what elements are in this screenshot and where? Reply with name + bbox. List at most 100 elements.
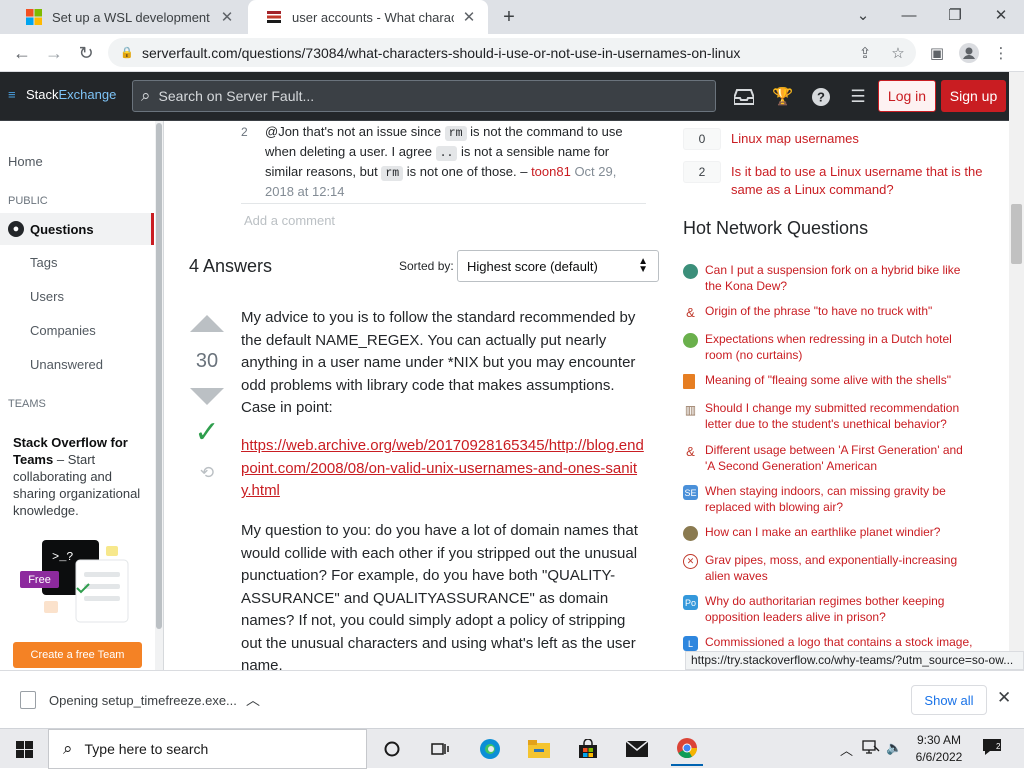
history-icon[interactable]: ⟲ — [196, 463, 218, 485]
stackexchange-logo[interactable]: ≡ Stack Exchange — [8, 87, 116, 102]
hnq-item[interactable]: L Commissioned a logo that contains a sto… — [683, 634, 983, 651]
back-icon[interactable]: ← — [8, 39, 36, 67]
hnq-link[interactable]: Grav pipes, moss, and exponentially-incr… — [705, 552, 975, 584]
signup-button[interactable]: Sign up — [941, 80, 1006, 112]
menu-kebab-icon[interactable]: ⋮ — [990, 42, 1012, 64]
profile-avatar-icon[interactable] — [958, 42, 980, 64]
file-explorer-icon[interactable] — [524, 735, 554, 763]
mail-icon[interactable] — [622, 735, 652, 763]
clock-date: 6/6/2022 — [915, 750, 963, 764]
minimize-button[interactable]: — — [886, 0, 932, 30]
hnq-link[interactable]: Can I put a suspension fork on a hybrid … — [705, 262, 975, 294]
hnq-item[interactable]: & Different usage between 'A First Genera… — [683, 442, 983, 476]
hnq-link[interactable]: Expectations when redressing in a Dutch … — [705, 331, 975, 363]
sidebar-scrollbar[interactable] — [155, 121, 163, 670]
share-icon[interactable]: ⇪ — [854, 42, 876, 64]
physics-icon: SE — [683, 485, 698, 500]
svg-text:2: 2 — [996, 742, 1001, 751]
hnq-item[interactable]: SE When staying indoors, can missing grav… — [683, 483, 983, 517]
site-search-input[interactable]: ⌕ Search on Server Fault... — [132, 80, 716, 112]
add-comment-link[interactable]: Add a comment — [244, 213, 335, 228]
hnq-link[interactable]: How can I make an earthlike planet windi… — [705, 524, 975, 540]
start-button[interactable] — [0, 729, 48, 769]
browser-toolbar: ← → ↻ 🔒 serverfault.com/questions/73084/… — [0, 34, 1024, 72]
clock-time: 9:30 AM — [916, 733, 962, 747]
hnq-link[interactable]: When staying indoors, can missing gravit… — [705, 483, 975, 515]
free-badge: Free — [20, 571, 59, 588]
hnq-item[interactable]: ▥ Should I change my submitted recommenda… — [683, 400, 983, 434]
new-tab-button[interactable]: + — [498, 6, 520, 28]
tab-search-icon[interactable]: ⌄ — [840, 0, 886, 30]
tab-wsl[interactable]: Set up a WSL development envi ✕ — [8, 0, 246, 34]
academia-icon: ▥ — [684, 402, 697, 417]
inbox-icon[interactable] — [732, 85, 756, 109]
close-tab-icon[interactable]: ✕ — [218, 8, 236, 26]
tab-serverfault[interactable]: user accounts - What characters ✕ — [248, 0, 488, 34]
globe-icon: ● — [8, 221, 24, 237]
related-question-link[interactable]: Linux map usernames — [731, 130, 991, 148]
taskbar-search-placeholder: Type here to search — [84, 741, 209, 757]
bookmark-star-icon[interactable]: ☆ — [887, 42, 909, 64]
english-icon: & — [686, 305, 695, 320]
login-button[interactable]: Log in — [878, 80, 936, 112]
sidebar-item-companies[interactable]: Companies — [30, 323, 96, 338]
taskbar-search-input[interactable]: ⌕ Type here to search — [48, 729, 367, 769]
system-clock[interactable]: 9:30 AM 6/6/2022 — [910, 732, 968, 766]
store-icon[interactable] — [573, 735, 603, 763]
related-question-link[interactable]: Is it bad to use a Linux username that i… — [731, 163, 991, 199]
hnq-item[interactable]: ✕ Grav pipes, moss, and exponentially-inc… — [683, 552, 983, 586]
help-icon[interactable]: ? — [809, 85, 833, 109]
chevron-up-icon[interactable]: ︿ — [246, 690, 260, 710]
hnq-link[interactable]: Different usage between 'A First Generat… — [705, 442, 975, 474]
create-team-button[interactable]: Create a free Team — [13, 642, 142, 668]
hnq-link[interactable]: Commissioned a logo that contains a stoc… — [705, 634, 975, 650]
inline-code: rm — [381, 166, 404, 181]
answer-link[interactable]: https://web.archive.org/web/201709281653… — [241, 435, 646, 503]
task-view-icon[interactable] — [425, 735, 455, 763]
tray-chevron-up-icon[interactable]: ︿ — [840, 740, 853, 759]
page-scrollbar[interactable] — [1009, 72, 1024, 670]
sidebar-section-public: PUBLIC — [8, 195, 48, 207]
achievements-trophy-icon[interactable]: 🏆 — [771, 85, 795, 109]
forward-icon[interactable]: → — [40, 39, 68, 67]
upvote-button[interactable] — [190, 315, 224, 332]
close-window-button[interactable]: ✕ — [978, 0, 1024, 30]
hnq-link[interactable]: Should I change my submitted recommendat… — [705, 400, 975, 432]
hnq-item[interactable]: Expectations when redressing in a Dutch … — [683, 331, 983, 365]
cortana-icon[interactable] — [377, 735, 407, 763]
download-item[interactable]: Opening setup_timefreeze.exe... — [20, 691, 237, 709]
reload-icon[interactable]: ↻ — [72, 39, 100, 67]
comment-author-link[interactable]: toon81 — [531, 164, 571, 179]
sidebar-item-questions[interactable]: ● Questions — [0, 213, 154, 245]
windows-start-icon — [15, 740, 33, 758]
site-switcher-icon[interactable]: ☰ — [846, 85, 870, 109]
literature-icon — [683, 374, 695, 389]
sort-select[interactable]: Highest score (default) ▲ ▼ — [457, 250, 659, 282]
close-tab-icon[interactable]: ✕ — [460, 8, 478, 26]
restore-button[interactable]: ❐ — [932, 0, 978, 30]
sidebar-scrollbar-thumb[interactable] — [156, 123, 162, 629]
sidebar-item-home[interactable]: Home — [8, 154, 43, 169]
notification-icon[interactable]: 2 — [982, 738, 1002, 759]
hnq-item[interactable]: Can I put a suspension fork on a hybrid … — [683, 262, 983, 296]
show-all-button[interactable]: Show all — [911, 685, 987, 715]
hnq-link[interactable]: Meaning of "fleaing some alive with the … — [705, 372, 975, 388]
sidepanel-icon[interactable]: ▣ — [926, 42, 948, 64]
sidebar-item-tags[interactable]: Tags — [30, 255, 57, 270]
sidebar-item-users[interactable]: Users — [30, 289, 64, 304]
sort-select-value: Highest score (default) — [467, 258, 598, 274]
hot-network-heading: Hot Network Questions — [683, 218, 869, 238]
sidebar-item-unanswered[interactable]: Unanswered — [30, 357, 103, 372]
lock-icon[interactable]: 🔒 — [120, 46, 134, 59]
page-scrollbar-thumb[interactable] — [1011, 204, 1022, 264]
address-bar[interactable]: 🔒 serverfault.com/questions/73084/what-c… — [108, 38, 916, 67]
volume-icon[interactable]: 🔈 — [886, 740, 902, 756]
downvote-button[interactable] — [190, 388, 224, 405]
hnq-item[interactable]: Po Why do authoritarian regimes bother ke… — [683, 593, 983, 627]
close-icon[interactable]: ✕ — [997, 688, 1011, 708]
edge-icon[interactable] — [475, 735, 505, 763]
hnq-link[interactable]: Why do authoritarian regimes bother keep… — [705, 593, 975, 625]
network-icon[interactable] — [862, 740, 880, 757]
hnq-link[interactable]: Origin of the phrase "to have no truck w… — [705, 303, 975, 319]
chrome-icon[interactable] — [671, 732, 703, 766]
